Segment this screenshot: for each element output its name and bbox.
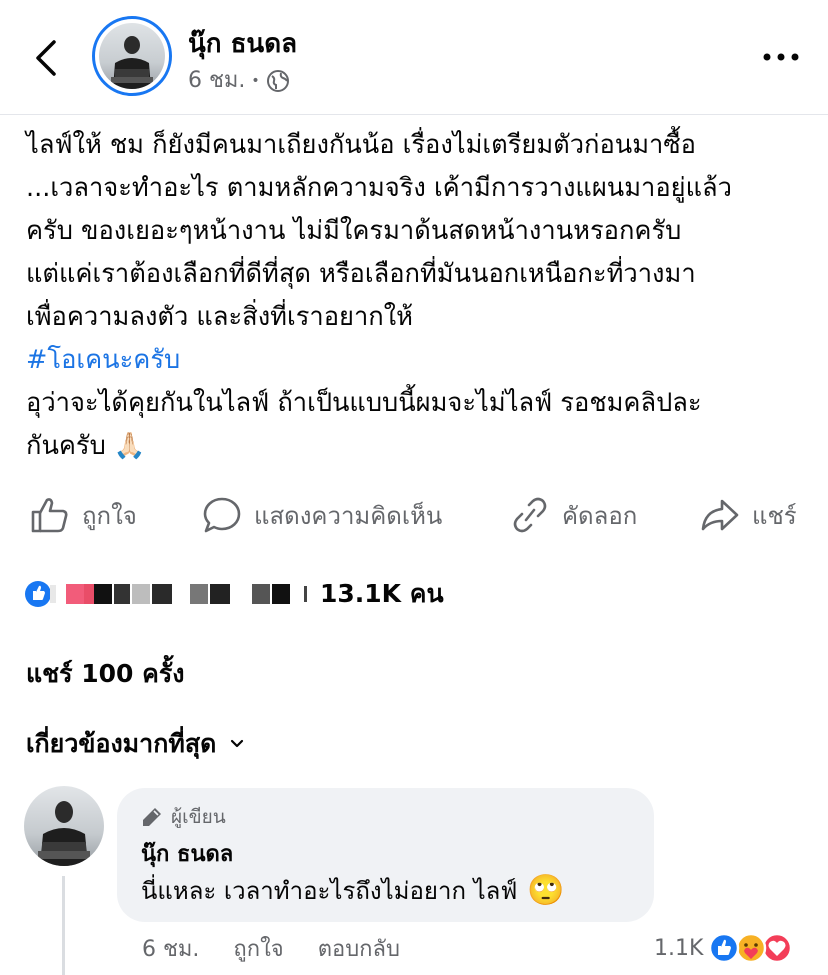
comment-meta: 6 ชม. ถูกใจ ตอบกลับ	[142, 928, 434, 968]
author-avatar[interactable]	[92, 16, 172, 96]
chevron-down-icon	[231, 739, 244, 748]
comment-time: 6 ชม.	[142, 936, 200, 962]
thread-line	[62, 876, 65, 975]
comment-bubble: ผู้เขียน นุ๊ก ธนดล นี่แหละ เวลาทำอะไรถึง…	[117, 788, 654, 922]
comment-filter-label: เกี่ยวข้องมากที่สุด	[26, 729, 217, 758]
commenter-name[interactable]: นุ๊ก ธนดล	[141, 840, 233, 870]
commenter-avatar[interactable]	[24, 786, 104, 866]
comment-like-button[interactable]: ถูกใจ	[233, 931, 283, 966]
hashtag-link[interactable]: #โอเคนะครับ	[26, 345, 180, 375]
link-icon	[513, 497, 547, 533]
avatar-photo	[38, 801, 90, 866]
back-button[interactable]	[28, 34, 68, 82]
post-text-body: ไลฟ์ให้ ชม ก็ยังมีคนมาเถียงกันน้อ เรื่อง…	[26, 130, 732, 332]
more-options-button[interactable]	[756, 44, 806, 70]
comment-text-body: นี่แหละ เวลาทำอะไรถึงไม่อยาก ไลฟ์	[141, 877, 518, 905]
header-divider	[0, 114, 828, 115]
pencil-icon	[143, 808, 161, 826]
comment-reactions[interactable]: 1.1K	[654, 928, 793, 968]
shares-count[interactable]: แชร์ 100 ครั้ง	[26, 654, 184, 694]
copy-label: คัดลอก	[562, 501, 638, 530]
comment-bubble-icon	[203, 497, 241, 533]
post-meta: 6 ชม. •	[188, 66, 290, 96]
comment-filter-dropdown[interactable]: เกี่ยวข้องมากที่สุด	[26, 724, 244, 764]
author-badge: ผู้เขียน	[141, 802, 226, 832]
copy-button[interactable]: คัดลอก	[510, 488, 637, 542]
post-header: นุ๊ก ธนดล 6 ชม. •	[0, 0, 828, 115]
reactor-avatars	[25, 581, 307, 607]
comment-text: นี่แหละ เวลาทำอะไรถึงไม่อยาก ไลฟ์ 🙄	[141, 874, 565, 908]
comment-reply-button[interactable]: ตอบกลับ	[318, 931, 400, 966]
author-name[interactable]: นุ๊ก ธนดล	[188, 28, 297, 60]
eye-roll-emoji: 🙄	[527, 873, 565, 908]
chevron-left-icon	[36, 40, 56, 76]
praying-hands-emoji: 🙏🏻	[113, 431, 146, 461]
reactions-summary[interactable]: 13.1K คน	[22, 574, 444, 614]
share-button[interactable]: แชร์	[700, 488, 797, 542]
thumbs-up-icon	[31, 498, 68, 533]
post-actions: ถูกใจ แสดงความคิดเห็น คัดลอก แชร์	[0, 488, 828, 542]
comment-reaction-count: 1.1K	[654, 935, 704, 961]
post-text: ไลฟ์ให้ ชม ก็ยังมีคนมาเถียงกันน้อ เรื่อง…	[26, 124, 816, 468]
like-label: ถูกใจ	[82, 501, 137, 530]
like-button[interactable]: ถูกใจ	[30, 488, 137, 542]
comment-button[interactable]: แสดงความคิดเห็น	[202, 488, 442, 542]
reaction-count: 13.1K คน	[320, 579, 444, 608]
meta-separator: •	[251, 73, 260, 89]
reaction-icons	[709, 932, 793, 964]
avatar-photo	[99, 23, 165, 89]
author-badge-label: ผู้เขียน	[171, 806, 226, 828]
more-dots-icon	[763, 53, 799, 61]
globe-icon	[266, 70, 289, 92]
comment-label: แสดงความคิดเห็น	[254, 501, 443, 530]
share-label: แชร์	[752, 501, 797, 530]
share-arrow-icon	[701, 499, 739, 531]
post-time[interactable]: 6 ชม.	[188, 66, 245, 96]
